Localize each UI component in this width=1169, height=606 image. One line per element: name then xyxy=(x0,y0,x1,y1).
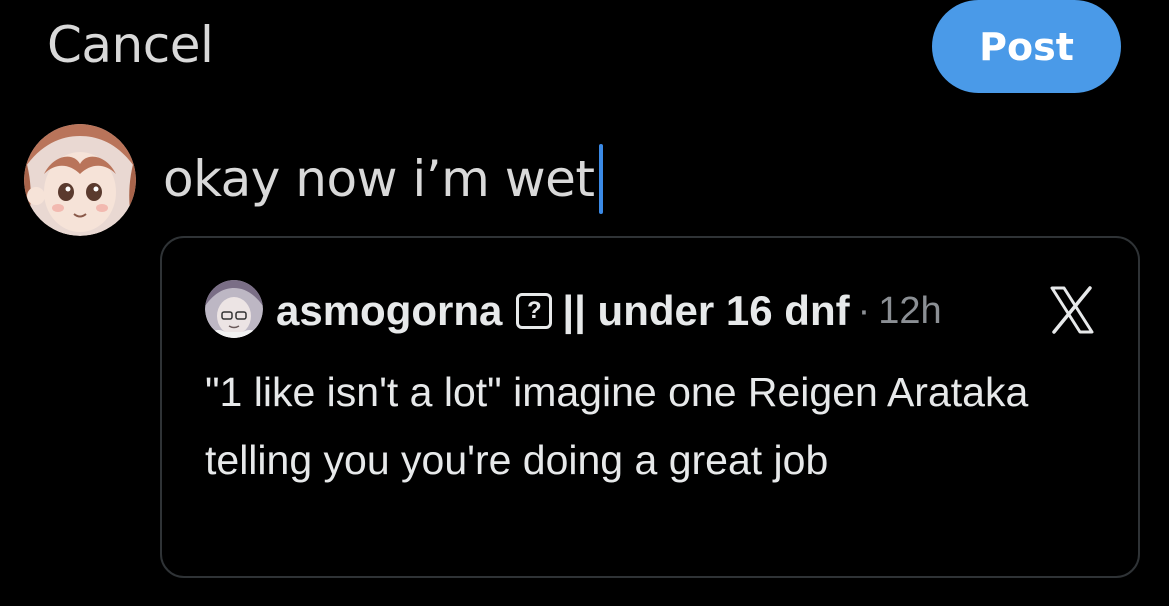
close-x-icon[interactable] xyxy=(1046,284,1098,336)
quoted-user-avatar xyxy=(205,280,263,338)
quoted-post-header: asmogorna ? || under 16 dnf · 12h xyxy=(276,282,942,340)
compose-input[interactable]: okay now i’m wet xyxy=(163,150,595,208)
question-badge-icon: ? xyxy=(516,293,553,329)
quoted-display-name: asmogorna xyxy=(276,287,503,334)
user-avatar[interactable] xyxy=(24,124,136,236)
post-timestamp: 12h xyxy=(878,289,942,332)
quoted-post-text: "1 like isn't a lot" imagine one Reigen … xyxy=(205,369,1029,483)
post-button[interactable]: Post xyxy=(932,0,1121,93)
compose-area[interactable]: okay now i’m wet xyxy=(163,144,603,214)
header-separator: · xyxy=(857,289,871,332)
text-caret xyxy=(598,144,603,214)
quoted-name-suffix: || under 16 dnf xyxy=(562,287,850,334)
quoted-post-card: asmogorna ? || under 16 dnf · 12h "1 lik… xyxy=(160,236,1140,578)
cancel-button[interactable]: Cancel xyxy=(47,16,214,74)
